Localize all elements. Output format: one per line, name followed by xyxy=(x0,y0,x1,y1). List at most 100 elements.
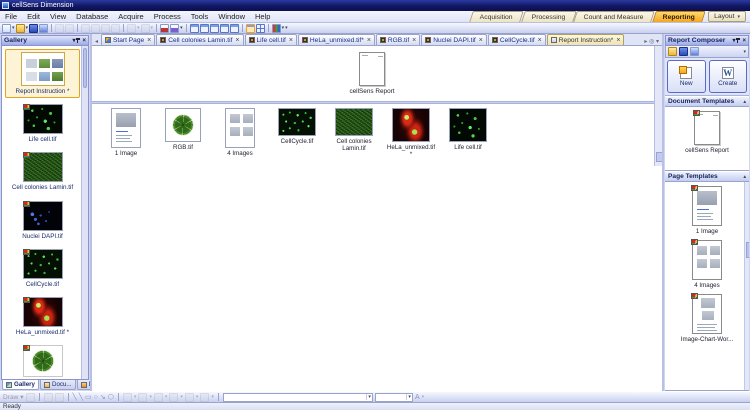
new-document-icon[interactable] xyxy=(2,24,11,33)
layout-button[interactable]: Layout ▾ xyxy=(708,11,746,22)
arrow-tool-icon[interactable]: ↘ xyxy=(100,394,106,401)
rectangle-tool-icon[interactable]: ▭ xyxy=(85,394,92,401)
mode-tab-processing[interactable]: Processing xyxy=(521,11,576,22)
toolbar-overflow-icon[interactable]: ▾ xyxy=(743,49,746,55)
doc-tab-start-page[interactable]: Start Page × xyxy=(101,34,155,45)
report-item-rgb[interactable]: RGB.tif xyxy=(159,108,207,151)
create-report-button[interactable]: W Create xyxy=(709,60,748,93)
window-tile-icon[interactable] xyxy=(220,24,229,33)
chevron-down-icon[interactable]: ▾ xyxy=(12,25,15,31)
page-templates-scrollbar[interactable] xyxy=(744,182,749,390)
collapse-icon[interactable]: ▴ xyxy=(743,174,746,180)
doc-tab-hela-unmixed[interactable]: HeLa_unmixed.tif* × xyxy=(298,34,375,45)
snapshot-icon[interactable] xyxy=(160,24,169,33)
report-item-cell-colonies-lamin[interactable]: Cell colonies Lamin.tif xyxy=(330,108,378,152)
pin-icon[interactable] xyxy=(77,38,80,43)
line-tool-icon[interactable]: ╲ xyxy=(73,394,77,401)
chevron-down-icon[interactable]: ▾ xyxy=(180,25,183,31)
font-family-combobox[interactable]: ▾ xyxy=(223,393,373,402)
doc-tab-life-cell[interactable]: Life cell.tif × xyxy=(245,34,297,45)
menu-tools[interactable]: Tools xyxy=(186,11,214,22)
close-icon[interactable]: × xyxy=(538,37,542,44)
window-cascade-icon[interactable] xyxy=(230,24,239,33)
close-icon[interactable]: × xyxy=(82,38,86,44)
close-icon[interactable]: × xyxy=(412,37,416,44)
menu-file[interactable]: File xyxy=(0,11,22,22)
report-document-item[interactable]: cellSens Report xyxy=(349,52,394,95)
window-grid-icon[interactable] xyxy=(256,24,265,33)
menu-edit[interactable]: Edit xyxy=(22,11,45,22)
template-cellsens-report[interactable]: cellSens Report xyxy=(685,111,729,154)
report-item-4-images[interactable]: 4 Images xyxy=(216,108,264,157)
doc-tab-rgb[interactable]: RGB.tif × xyxy=(376,34,420,45)
tab-scroll-right-icon[interactable]: ▸ ◎ ▾ xyxy=(642,38,661,45)
tab-scroll-left-icon[interactable]: ◂ xyxy=(93,38,100,45)
tab-documents[interactable]: Docu... xyxy=(40,380,76,390)
gallery-item-hela-unmixed[interactable]: HeLa_unmixed.tif * xyxy=(5,294,80,339)
close-icon[interactable]: × xyxy=(235,37,239,44)
help-icon[interactable] xyxy=(39,24,48,33)
menu-process[interactable]: Process xyxy=(149,11,186,22)
new-report-button[interactable]: New xyxy=(667,60,706,93)
close-icon[interactable]: × xyxy=(147,37,151,44)
mode-tab-count-and-measure[interactable]: Count and Measure xyxy=(573,11,654,22)
close-icon[interactable]: × xyxy=(742,38,746,44)
report-item-cellcycle[interactable]: CellCycle.tif xyxy=(273,108,321,145)
pin-icon[interactable] xyxy=(737,38,740,43)
open-icon[interactable] xyxy=(16,24,25,33)
mode-tab-reporting[interactable]: Reporting xyxy=(652,11,706,22)
gallery-item-cellcycle[interactable]: CellCycle.tif xyxy=(5,246,80,291)
menu-acquire[interactable]: Acquire xyxy=(113,11,148,22)
window-split-horizontal-icon[interactable] xyxy=(200,24,209,33)
collapse-icon[interactable]: ▴ xyxy=(743,99,746,105)
close-icon[interactable]: × xyxy=(479,37,483,44)
ellipse-tool-icon[interactable]: ○ xyxy=(94,394,98,401)
chevron-down-icon[interactable]: ▾ xyxy=(282,25,285,31)
polyline-tool-icon[interactable]: ╲ xyxy=(79,394,83,401)
menu-view[interactable]: View xyxy=(45,11,71,22)
movie-icon[interactable] xyxy=(170,24,179,33)
active-view-toggle-icon[interactable] xyxy=(246,24,255,33)
font-size-combobox[interactable]: ▾ xyxy=(375,393,413,402)
gallery-item-life-cell[interactable]: Life cell.tif xyxy=(5,101,80,146)
gallery-item-rgb[interactable]: RGB.tif xyxy=(5,342,80,380)
doc-tab-cellcycle[interactable]: CellCycle.tif × xyxy=(488,34,546,45)
window-split-vertical-icon[interactable] xyxy=(210,24,219,33)
gallery-scrollbar[interactable] xyxy=(81,46,88,379)
gallery-item-cell-colonies-lamin[interactable]: Cell colonies Lamin.tif xyxy=(5,149,80,194)
page-template-4-images[interactable]: 4 Images xyxy=(692,240,722,289)
close-icon[interactable]: × xyxy=(367,37,371,44)
color-channels-icon[interactable] xyxy=(272,24,281,33)
menu-window[interactable]: Window xyxy=(213,11,250,22)
toolbar-overflow-icon[interactable]: ▾ xyxy=(285,25,288,31)
close-icon[interactable]: × xyxy=(289,37,293,44)
gallery-item-nuclei-dapi[interactable]: Nuclei DAPI.tif xyxy=(5,198,80,243)
close-icon[interactable]: × xyxy=(616,37,620,44)
open-template-icon[interactable] xyxy=(668,47,677,56)
menu-help[interactable]: Help xyxy=(250,11,275,22)
font-color-icon[interactable]: A xyxy=(415,394,420,401)
polygon-tool-icon[interactable]: ⬡ xyxy=(108,394,114,401)
page-templates-header[interactable]: Page Templates ▴ xyxy=(665,171,749,182)
export-icon[interactable] xyxy=(690,47,699,56)
doc-tab-nuclei-dapi[interactable]: Nuclei DAPI.tif × xyxy=(421,34,487,45)
report-item-1-image[interactable]: 1 Image xyxy=(102,108,150,157)
main-scrollbar[interactable] xyxy=(654,46,662,166)
doc-tab-cell-colonies-lamin[interactable]: Cell colonies Lamin.tif × xyxy=(156,34,243,45)
mode-tab-acquisition[interactable]: Acquisition xyxy=(469,11,523,22)
menu-database[interactable]: Database xyxy=(71,11,113,22)
doc-tab-report-instruction[interactable]: Report Instruction* × xyxy=(547,34,625,45)
gallery-item-report-instruction[interactable]: Report Instruction * xyxy=(5,49,80,98)
panel-menu-icon[interactable]: ▾ xyxy=(72,37,75,44)
scrollbar-thumb[interactable] xyxy=(83,48,87,88)
page-template-1-image[interactable]: 1 Image xyxy=(692,186,722,235)
report-item-life-cell[interactable]: Life cell.tif xyxy=(444,108,492,151)
document-templates-header[interactable]: Document Templates ▴ xyxy=(665,96,749,107)
report-item-hela-unmixed[interactable]: HeLa_unmixed.tif * xyxy=(387,108,435,158)
panel-menu-icon[interactable]: ▾ xyxy=(732,37,735,44)
save-template-icon[interactable] xyxy=(679,47,688,56)
save-icon[interactable] xyxy=(29,24,38,33)
page-template-image-chart-worksheet[interactable]: Image-Chart-Wor... xyxy=(681,294,734,343)
chevron-down-icon[interactable]: ▾ xyxy=(26,25,29,31)
window-single-icon[interactable] xyxy=(190,24,199,33)
